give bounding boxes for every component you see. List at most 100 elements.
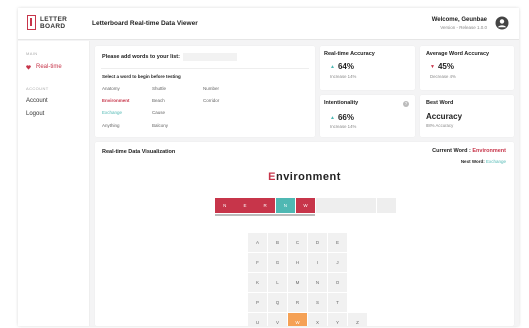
average-accuracy-value: 45%: [437, 62, 454, 71]
letter-key-e[interactable]: E: [328, 233, 347, 252]
realtime-accuracy-value: 64%: [337, 62, 354, 71]
letter-key-l[interactable]: L: [268, 273, 287, 292]
realtime-accuracy-card: Real-time Accuracy ▲ 64% Increase 14%: [320, 46, 415, 90]
intentionality-value: 66%: [337, 113, 354, 122]
average-accuracy-card: Average Word Accuracy ▼ 45% Decrease 4%: [420, 46, 514, 90]
letter-slot: N: [275, 198, 296, 213]
word-item-balcony[interactable]: Balcony: [152, 123, 168, 128]
intentionality-change: Increase 14%: [330, 124, 357, 129]
word-list-title: Please add words to your list:: [102, 54, 180, 60]
visualization-title: Real-time Data Visualization: [102, 149, 176, 155]
letter-slot: N: [215, 198, 235, 213]
letter-key-v[interactable]: V: [268, 313, 287, 326]
top-bar: LETTER BOARD Letterboard Real-time Data …: [18, 8, 519, 40]
logo[interactable]: LETTER BOARD: [27, 15, 67, 30]
decrease-arrow-icon: ▼: [430, 63, 435, 70]
word-list-card: Please add words to your list: Select a …: [95, 46, 315, 137]
sidebar-item-account[interactable]: Account: [26, 98, 48, 104]
realtime-accuracy-title: Real-time Accuracy: [324, 51, 375, 57]
letter-board: ABCDE FGHIJ KLMNO PQRST UVWXYZ: [248, 233, 367, 326]
sidebar-item-realtime[interactable]: Real-time: [26, 64, 62, 70]
realtime-icon: [26, 64, 31, 70]
logo-text-line2: BOARD: [40, 22, 66, 30]
divider: [101, 68, 309, 69]
letter-key-w[interactable]: W: [288, 313, 307, 326]
next-word-value: Exchange: [485, 159, 506, 164]
average-accuracy-title: Average Word Accuracy: [426, 51, 490, 57]
best-word-title: Best Word: [426, 100, 454, 106]
intentionality-card: Intentionality ? ▲ 66% Increase 14%: [320, 95, 415, 137]
letter-key-i[interactable]: I: [308, 253, 327, 272]
empty-key-cell: [348, 273, 367, 292]
letter-key-o[interactable]: O: [328, 273, 347, 292]
realtime-accuracy-change: Increase 14%: [330, 74, 357, 79]
logo-icon: [27, 15, 36, 30]
best-word-accuracy: 88% Accuracy: [426, 123, 454, 128]
letter-key-s[interactable]: S: [308, 293, 327, 312]
empty-key-cell: [348, 233, 367, 252]
letter-key-q[interactable]: Q: [268, 293, 287, 312]
big-word-rest: nvironment: [275, 171, 341, 183]
letter-key-p[interactable]: P: [248, 293, 267, 312]
average-accuracy-change: Decrease 4%: [430, 74, 456, 79]
current-word-value: Environment: [472, 148, 506, 154]
word-item-beach[interactable]: Beach: [152, 98, 165, 103]
word-item-shuttle[interactable]: Shuttle: [152, 86, 166, 91]
letter-key-a[interactable]: A: [248, 233, 267, 252]
letter-key-m[interactable]: M: [288, 273, 307, 292]
sidebar: MAIN Real-time ACCOUNT Account Logout: [18, 41, 90, 326]
help-icon[interactable]: ?: [403, 101, 409, 107]
add-word-input[interactable]: [183, 53, 237, 61]
word-item-corridor[interactable]: Corridor: [203, 98, 219, 103]
letter-key-y[interactable]: Y: [328, 313, 347, 326]
user-avatar-icon[interactable]: [495, 16, 509, 30]
empty-key-cell: [348, 293, 367, 312]
letter-key-x[interactable]: X: [308, 313, 327, 326]
word-item-environment[interactable]: Environment: [102, 98, 130, 103]
app-window: LETTER BOARD Letterboard Real-time Data …: [18, 8, 519, 326]
letter-slots: NERNW: [215, 198, 397, 213]
letter-key-t[interactable]: T: [328, 293, 347, 312]
sidebar-section-account: ACCOUNT: [26, 86, 49, 91]
letter-key-k[interactable]: K: [248, 273, 267, 292]
empty-key-cell: [348, 253, 367, 272]
letter-key-u[interactable]: U: [248, 313, 267, 326]
logo-text-line1: LETTER: [40, 15, 68, 23]
letter-key-b[interactable]: B: [268, 233, 287, 252]
sidebar-item-realtime-label: Real-time: [36, 64, 62, 70]
word-item-cause[interactable]: Cause: [152, 110, 165, 115]
word-item-anything[interactable]: Anything: [102, 123, 120, 128]
letter-slot: [356, 198, 376, 213]
big-word-first-letter: E: [268, 171, 276, 183]
word-item-anatomy[interactable]: Anatomy: [102, 86, 120, 91]
welcome-text: Welcome, Geunbae: [431, 17, 487, 23]
sidebar-item-logout[interactable]: Logout: [26, 111, 44, 117]
best-word-value: Accuracy: [426, 112, 463, 121]
welcome-block: Welcome, Geunbae Version - Release 1.0.0: [432, 17, 487, 30]
increase-arrow-icon: ▲: [330, 63, 335, 70]
letter-key-h[interactable]: H: [288, 253, 307, 272]
app-title: Letterboard Real-time Data Viewer: [92, 20, 198, 27]
intentionality-title: Intentionality: [324, 100, 359, 106]
letter-slot: [376, 198, 397, 213]
letter-key-f[interactable]: F: [248, 253, 267, 272]
letter-key-r[interactable]: R: [288, 293, 307, 312]
increase-arrow-icon: ▲: [330, 114, 335, 121]
letter-key-d[interactable]: D: [308, 233, 327, 252]
letter-key-n[interactable]: N: [308, 273, 327, 292]
sidebar-section-main: MAIN: [26, 51, 38, 56]
letter-key-j[interactable]: J: [328, 253, 347, 272]
letter-slot: E: [235, 198, 255, 213]
word-item-exchange[interactable]: Exchange: [102, 110, 122, 115]
word-item-number[interactable]: Number: [203, 86, 219, 91]
letter-key-c[interactable]: C: [288, 233, 307, 252]
letter-slot: R: [255, 198, 275, 213]
letter-slot: [336, 198, 356, 213]
visualization-card: Real-time Data Visualization Current Wor…: [95, 142, 514, 326]
letter-key-g[interactable]: G: [268, 253, 287, 272]
best-word-card: Best Word Accuracy 88% Accuracy: [420, 95, 514, 137]
next-word: Next Word: Exchange: [461, 159, 506, 164]
letter-key-z[interactable]: Z: [348, 313, 367, 326]
big-current-word: Environment: [95, 171, 514, 183]
letter-slot: [315, 198, 336, 213]
